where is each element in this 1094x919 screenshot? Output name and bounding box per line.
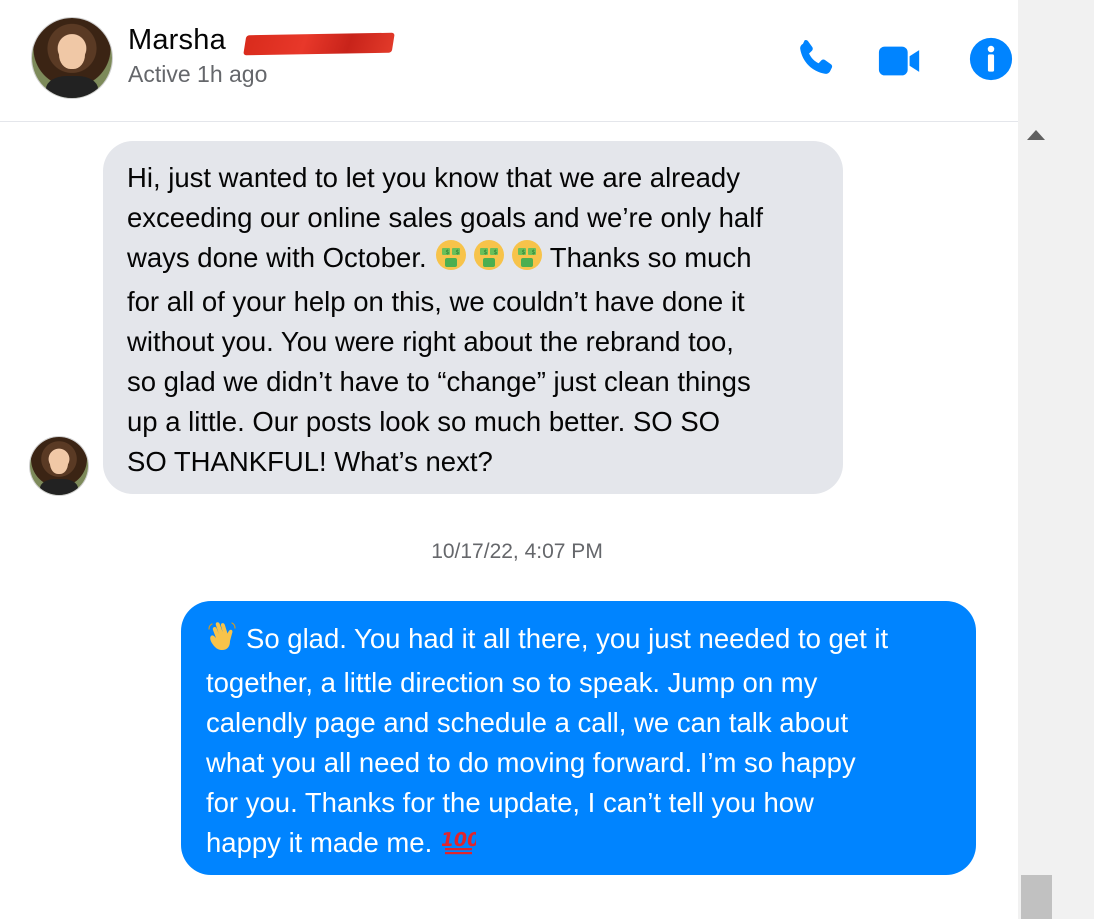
message-line: Hi, just wanted to let you know that we … — [127, 162, 740, 193]
message-text: happy it made me. — [206, 827, 433, 858]
message-line-with-emoji: ways done with October. $ $ $ $ $ $ Thanks so … — [127, 238, 819, 282]
active-status: Active 1h ago — [128, 61, 268, 87]
message-line: what you all need to do moving forward. … — [206, 747, 856, 778]
phone-icon[interactable] — [792, 36, 838, 82]
contact-avatar[interactable] — [32, 18, 112, 98]
message-line: without you. You were right about the re… — [127, 326, 734, 357]
message-text: Thanks so much — [549, 242, 752, 273]
message-timestamp: 10/17/22, 4:07 PM — [431, 540, 603, 563]
avatar-shirt — [46, 75, 98, 98]
message-line: exceeding our online sales goals and we’… — [127, 202, 763, 233]
svg-text:$: $ — [521, 249, 525, 256]
message-line: for you. Thanks for the update, I can’t … — [206, 787, 814, 818]
avatar-face — [59, 37, 85, 70]
svg-text:$: $ — [483, 249, 487, 256]
svg-text:$: $ — [531, 249, 535, 256]
outgoing-message-bubble[interactable]: So glad. You had it all there, you just … — [181, 601, 976, 875]
message-text: So glad. You had it all there, you just … — [246, 623, 889, 654]
message-line: SO THANKFUL! What’s next? — [127, 446, 493, 477]
message-line: for all of your help on this, we couldn’… — [127, 286, 745, 317]
redaction-mark — [243, 32, 395, 56]
scroll-up-arrow-icon[interactable] — [1027, 130, 1045, 140]
message-line-with-emoji: happy it made me. 100 — [206, 823, 952, 867]
waving-hand-icon — [206, 620, 238, 663]
message-line-with-emoji: So glad. You had it all there, you just … — [206, 619, 952, 663]
scrollbar-thumb[interactable] — [1021, 875, 1052, 919]
incoming-message-bubble[interactable]: Hi, just wanted to let you know that we … — [103, 141, 843, 494]
svg-text:$: $ — [455, 249, 459, 256]
money-mouth-face-icon: $ $ — [473, 239, 505, 282]
message-line: calendly page and schedule a call, we ca… — [206, 707, 849, 738]
svg-text:$: $ — [493, 249, 497, 256]
video-camera-icon[interactable] — [877, 38, 923, 84]
svg-text:$: $ — [445, 249, 449, 256]
message-avatar[interactable] — [30, 437, 88, 495]
svg-text:100: 100 — [442, 828, 476, 851]
message-line: together, a little direction so to speak… — [206, 667, 818, 698]
message-line: up a little. Our posts look so much bett… — [127, 406, 721, 437]
hundred-points-icon: 100 — [439, 826, 482, 867]
avatar-shirt — [40, 478, 78, 495]
message-line: so glad we didn’t have to “change” just … — [127, 366, 751, 397]
avatar-face — [49, 450, 69, 475]
conversation-header: Marsha Active 1h ago — [0, 0, 1018, 122]
money-mouth-face-icon: $ $ — [435, 239, 467, 282]
contact-name[interactable]: Marsha — [128, 24, 226, 57]
info-icon[interactable] — [968, 36, 1014, 82]
message-text: ways done with October. — [127, 242, 427, 273]
money-mouth-face-icon: $ $ — [511, 239, 543, 282]
